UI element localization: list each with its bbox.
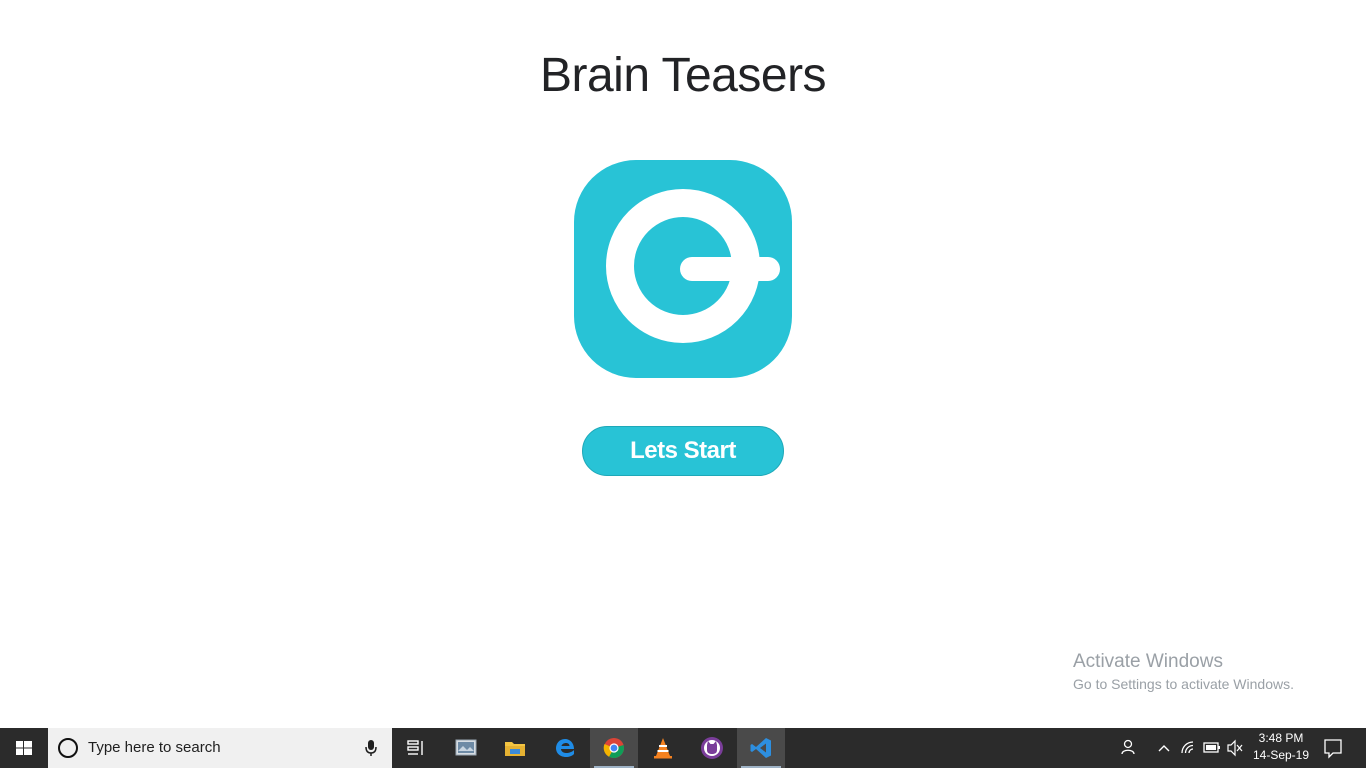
file-explorer-icon[interactable] bbox=[491, 728, 539, 768]
wifi-icon[interactable] bbox=[1180, 728, 1198, 768]
vlc-icon[interactable] bbox=[639, 728, 687, 768]
clock-time: 3:48 PM bbox=[1258, 731, 1304, 745]
volume-muted-icon[interactable] bbox=[1226, 728, 1244, 768]
activate-windows-watermark: Activate Windows Go to Settings to activ… bbox=[1073, 651, 1294, 694]
cortana-icon bbox=[58, 738, 78, 758]
chevron-up-icon[interactable] bbox=[1156, 728, 1172, 768]
page-title: Brain Teasers bbox=[539, 49, 827, 102]
system-clock[interactable]: 3:48 PM 14-Sep-19 bbox=[1252, 730, 1310, 764]
chrome-icon[interactable] bbox=[590, 728, 638, 768]
app-logo-icon bbox=[574, 160, 792, 378]
watermark-title: Activate Windows bbox=[1073, 651, 1223, 672]
action-center-icon[interactable] bbox=[1322, 728, 1344, 768]
taskbar: Type here to search 3:48 PM 14-Sep-19 bbox=[0, 728, 1366, 768]
photos-icon[interactable] bbox=[442, 728, 490, 768]
edge-icon[interactable] bbox=[541, 728, 589, 768]
taskbar-search-box[interactable]: Type here to search bbox=[48, 728, 392, 768]
task-view-icon[interactable] bbox=[392, 728, 440, 768]
lets-start-button[interactable]: Lets Start bbox=[582, 426, 784, 476]
app-cat-icon[interactable] bbox=[688, 728, 736, 768]
vscode-icon[interactable] bbox=[737, 728, 785, 768]
microphone-icon[interactable] bbox=[363, 739, 379, 757]
windows-start-icon[interactable] bbox=[0, 728, 48, 768]
watermark-subtitle: Go to Settings to activate Windows. bbox=[1073, 676, 1294, 692]
battery-icon[interactable] bbox=[1203, 728, 1221, 768]
people-icon[interactable] bbox=[1118, 728, 1138, 768]
clock-date: 14-Sep-19 bbox=[1252, 748, 1310, 762]
app-window: Brain Teasers Lets Start Activate Window… bbox=[0, 0, 1366, 728]
search-placeholder: Type here to search bbox=[88, 739, 221, 756]
